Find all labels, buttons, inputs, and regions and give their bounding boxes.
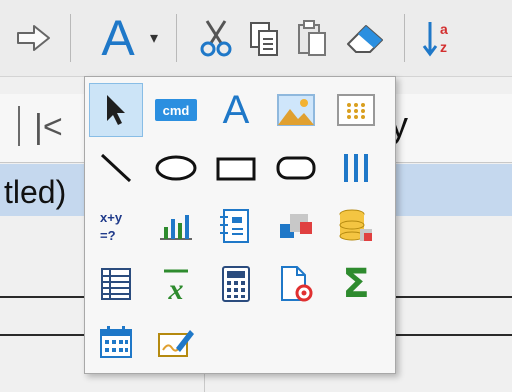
- rectangle-tool[interactable]: [209, 141, 263, 195]
- pointer-icon: [107, 95, 125, 125]
- page-settings-tool[interactable]: [269, 257, 323, 311]
- font-button[interactable]: A: [94, 8, 142, 68]
- toolbar-separator: [70, 14, 71, 62]
- line-icon: [100, 153, 132, 183]
- formula-tool[interactable]: x+y =?: [89, 199, 143, 253]
- signature-icon: [158, 330, 194, 357]
- vertical-lines-tool[interactable]: [329, 141, 383, 195]
- average-tool[interactable]: x: [149, 257, 203, 311]
- database-tool[interactable]: [329, 199, 383, 253]
- eraser-icon: [347, 25, 383, 53]
- toolbar-separator: [176, 14, 177, 62]
- ellipse-icon: [155, 155, 197, 181]
- tree-item-label: tled): [4, 174, 67, 210]
- toolbar-separator: [404, 14, 405, 62]
- copy-button[interactable]: [244, 8, 284, 68]
- document-list-icon: [220, 209, 249, 243]
- page-gear-icon: [281, 266, 313, 302]
- vertical-lines-icon: [344, 154, 368, 182]
- calendar-icon: [100, 326, 132, 358]
- bar-chart-icon: [160, 215, 192, 240]
- table-icon: [101, 268, 131, 300]
- command-button-icon: cmd: [155, 99, 197, 121]
- cross-table-tool[interactable]: [89, 257, 143, 311]
- sum-tool[interactable]: Σ: [329, 257, 383, 311]
- text-label-tool[interactable]: A: [209, 83, 263, 137]
- main-toolbar: A ▾ a z: [0, 0, 512, 77]
- formula-icon: x+y =?: [100, 210, 123, 243]
- calculator-tool[interactable]: [209, 257, 263, 311]
- chevron-down-icon: ▾: [149, 30, 159, 47]
- image-icon: [277, 94, 315, 126]
- subreport-icon: [280, 214, 312, 238]
- rounded-rectangle-tool[interactable]: [269, 141, 323, 195]
- scissors-icon: [200, 20, 232, 57]
- cmd-label: cmd: [163, 103, 190, 118]
- rich-text-tool[interactable]: [209, 199, 263, 253]
- divider: [394, 334, 512, 336]
- date-tool[interactable]: [89, 315, 143, 369]
- nav-separator: [18, 106, 20, 146]
- arrow-right-icon[interactable]: [14, 8, 54, 68]
- svg-text:=?: =?: [100, 228, 116, 243]
- svg-text:x+y: x+y: [100, 210, 123, 225]
- chart-tool[interactable]: [149, 199, 203, 253]
- clear-button[interactable]: [342, 8, 390, 68]
- font-dropdown-button[interactable]: ▾: [146, 8, 162, 68]
- first-record-button[interactable]: |<: [34, 108, 63, 147]
- text-icon: A: [222, 88, 250, 132]
- rectangle-icon: [216, 157, 256, 181]
- dotted-grid-icon: [337, 94, 375, 126]
- grid-tool[interactable]: [329, 83, 383, 137]
- svg-text:x: x: [168, 273, 184, 303]
- sort-az-icon: a z: [422, 21, 448, 57]
- svg-text:z: z: [440, 39, 447, 55]
- cut-button[interactable]: [196, 8, 236, 68]
- sort-button[interactable]: a z: [420, 8, 460, 68]
- line-tool[interactable]: [89, 141, 143, 195]
- divider: [394, 296, 512, 298]
- paste-button[interactable]: [292, 8, 332, 68]
- signature-tool[interactable]: [149, 315, 203, 369]
- paste-icon: [298, 20, 326, 56]
- ellipse-tool[interactable]: [149, 141, 203, 195]
- font-icon: A: [101, 10, 135, 66]
- image-tool[interactable]: [269, 83, 323, 137]
- pointer-tool[interactable]: [89, 83, 143, 137]
- svg-text:a: a: [440, 21, 448, 37]
- command-button-tool[interactable]: cmd: [149, 83, 203, 137]
- calculator-icon: [222, 266, 250, 302]
- database-icon: [339, 209, 372, 241]
- sigma-icon: Σ: [342, 261, 370, 307]
- copy-icon: [250, 22, 278, 56]
- insert-object-palette: cmd A x+y =? x Σ: [84, 76, 396, 374]
- average-x-bar-icon: x: [164, 269, 188, 303]
- subreport-tool[interactable]: [269, 199, 323, 253]
- rounded-rectangle-icon: [276, 156, 316, 180]
